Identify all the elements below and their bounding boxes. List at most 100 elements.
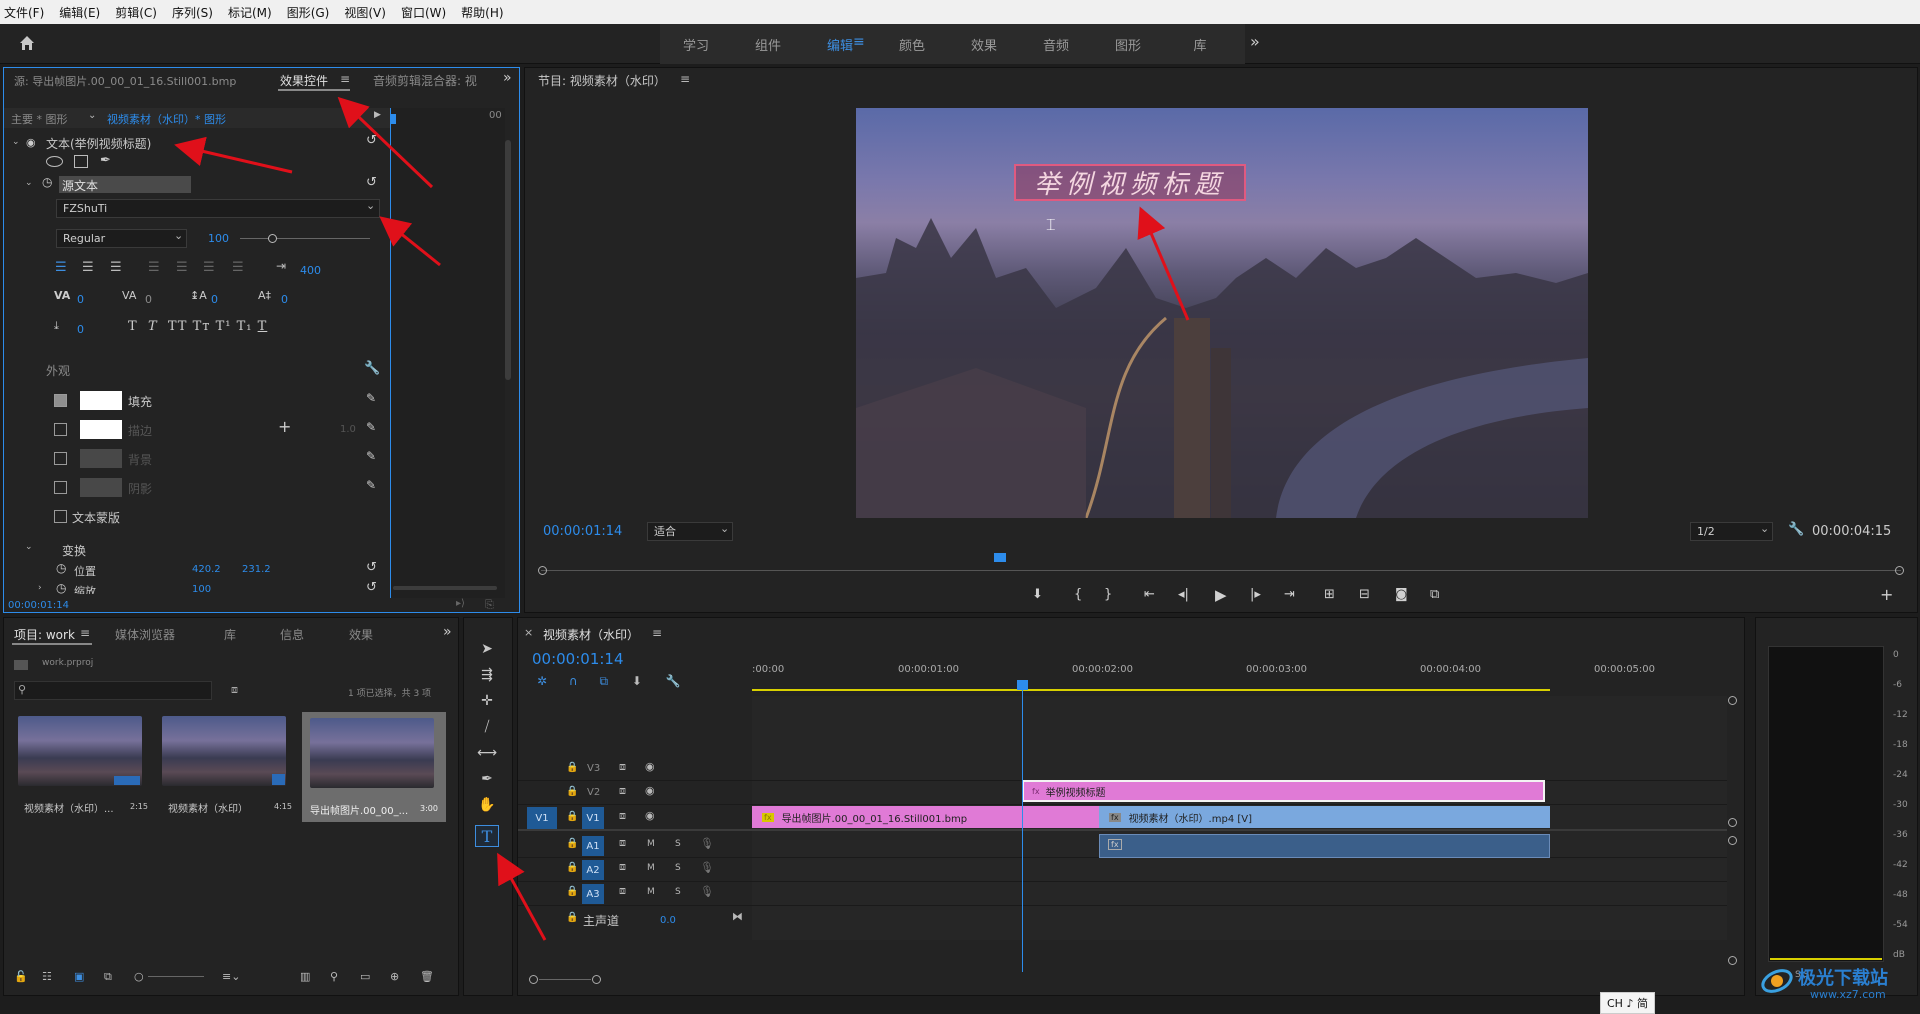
effect-scrollbar[interactable] — [505, 140, 511, 380]
font-size-value[interactable]: 100 — [208, 232, 229, 245]
lock-icon[interactable]: 🔒 — [566, 912, 578, 923]
timeline-ruler[interactable]: :00:00 00:00:01:00 00:00:02:00 00:00:03:… — [752, 660, 1732, 690]
scale-value[interactable]: 100 — [192, 584, 211, 594]
comparison-view-button[interactable]: ⧉ — [1430, 587, 1439, 602]
lift-button[interactable]: ⊞ — [1324, 587, 1335, 602]
lock-icon[interactable]: 🔒 — [566, 786, 578, 797]
solo-button[interactable]: S — [675, 863, 681, 873]
align-right-icon[interactable]: ☰ — [110, 260, 122, 275]
ws-menu-icon[interactable]: ≡ — [853, 34, 865, 50]
source-text-caret-icon[interactable]: ⌄ — [25, 178, 33, 188]
source-patch-v1[interactable]: V1 — [527, 807, 557, 829]
new-bin-icon[interactable]: ▭ — [360, 970, 370, 983]
align-left-icon[interactable]: ☰ — [55, 260, 67, 275]
close-icon[interactable]: × — [524, 626, 533, 639]
trash-icon[interactable]: 🗑 — [420, 970, 434, 983]
shadow-checkbox[interactable] — [54, 481, 67, 494]
baseline-value[interactable]: 0 — [211, 293, 218, 306]
sync-lock-icon[interactable]: ⧈ — [619, 809, 626, 823]
timebar-end-handle[interactable] — [1895, 566, 1904, 575]
freeform-view-icon[interactable]: ⧉ — [104, 970, 112, 984]
home-icon[interactable] — [18, 34, 36, 52]
rect-mask-icon[interactable] — [74, 155, 88, 168]
sync-lock-icon[interactable]: ⧈ — [619, 760, 626, 774]
mic-icon[interactable]: 🎙 — [700, 861, 714, 874]
mute-button[interactable]: M — [647, 839, 655, 849]
ws-tab-graphics[interactable]: 图形 — [1092, 35, 1164, 54]
export-icon[interactable]: ⎘ — [485, 598, 494, 612]
mic-icon[interactable]: 🎙 — [700, 885, 714, 898]
lock-icon[interactable]: 🔒 — [566, 762, 578, 773]
tab-menu-icon[interactable]: ≡ — [340, 72, 350, 86]
linked-select-icon[interactable]: ⧉ — [600, 674, 609, 688]
lock-icon[interactable]: 🔒 — [566, 838, 578, 849]
scroll-handle[interactable] — [592, 975, 601, 984]
master-value[interactable]: 0.0 — [660, 915, 676, 926]
scroll-handle[interactable] — [1728, 696, 1737, 705]
baseline-icon[interactable]: ↨A — [190, 289, 207, 302]
font-size-slider-thumb[interactable] — [268, 234, 277, 243]
stopwatch-icon[interactable]: ◷ — [56, 561, 66, 575]
eye-icon[interactable]: ◉ — [645, 760, 655, 773]
eye-icon[interactable]: ◉ — [645, 784, 655, 797]
chevron-down-icon[interactable]: ⌄ — [366, 199, 375, 212]
eyedropper-icon[interactable]: ✎ — [366, 478, 376, 492]
project-item-3-selected[interactable]: 导出帧图片.00_00_... 3:00 — [302, 712, 446, 822]
menu-window[interactable]: 窗口(W) — [401, 4, 446, 21]
font-size-slider-track[interactable] — [240, 238, 370, 239]
menu-sequence[interactable]: 序列(S) — [172, 4, 213, 21]
track-target-a2[interactable]: A2 — [582, 860, 604, 880]
tab-menu-icon[interactable]: ≡ — [680, 72, 690, 86]
stopwatch-icon[interactable]: ◷ — [56, 581, 66, 595]
font-style-select[interactable]: Regular — [56, 229, 187, 248]
kerning-value[interactable]: 0 — [77, 293, 84, 306]
font-family-select[interactable]: FZShuTi — [56, 199, 380, 218]
lock-icon[interactable]: 🔒 — [566, 886, 578, 897]
ws-tab-effects[interactable]: 效果 — [948, 35, 1020, 54]
menu-view[interactable]: 视图(V) — [344, 4, 386, 21]
program-timecode[interactable]: 00:00:01:14 — [543, 524, 622, 539]
razor-tool-icon[interactable]: ⧸ — [475, 716, 499, 738]
breadcrumb-sequence[interactable]: 视频素材（水印）* 图形 — [107, 111, 226, 127]
solo-button[interactable]: S — [675, 887, 681, 897]
sync-lock-icon[interactable]: ⧈ — [619, 784, 626, 798]
ws-more-button[interactable]: » — [1250, 32, 1260, 51]
chevron-down-icon[interactable]: ⌄ — [88, 110, 96, 121]
info-tab[interactable]: 信息 — [280, 626, 304, 643]
tab-menu-icon[interactable]: ≡ — [652, 626, 662, 640]
ripple-edit-tool-icon[interactable]: ✛ — [475, 690, 499, 712]
reset-icon[interactable]: ↺ — [366, 560, 377, 575]
shadow-color-swatch[interactable] — [80, 478, 122, 497]
reset-icon[interactable]: ↺ — [366, 175, 377, 190]
eye-icon[interactable]: ◉ — [26, 136, 36, 149]
source-monitor-tab[interactable]: 源: 导出帧图片.00_00_01_16.Still001.bmp — [14, 73, 236, 89]
effect-timecode[interactable]: 00:00:01:14 — [8, 600, 69, 611]
snap-icon[interactable]: ∩ — [569, 674, 578, 688]
scroll-track[interactable] — [539, 979, 591, 980]
chevron-down-icon[interactable]: ⌄ — [174, 229, 183, 242]
menu-edit[interactable]: 编辑(E) — [59, 4, 100, 21]
menu-graphics[interactable]: 图形(G) — [287, 4, 330, 21]
menu-help[interactable]: 帮助(H) — [461, 4, 503, 21]
scroll-handle[interactable] — [1728, 836, 1737, 845]
text-mask-checkbox[interactable] — [54, 510, 67, 523]
justify-all-icon[interactable]: ☰ — [232, 260, 244, 275]
effect-playhead[interactable] — [390, 114, 396, 124]
still-image-clip[interactable]: fx 导出帧图片.00_00_01_16.Still001.bmp — [752, 806, 1099, 828]
go-to-out-button[interactable]: ⇥ — [1284, 587, 1295, 602]
justify-center-icon[interactable]: ☰ — [176, 260, 188, 275]
master-end-icon[interactable]: ⧓ — [732, 910, 743, 923]
list-view-icon[interactable]: ☷ — [42, 970, 52, 983]
scroll-handle[interactable] — [1728, 956, 1737, 965]
type-tool-icon[interactable]: T — [475, 825, 499, 847]
menu-clip[interactable]: 剪辑(C) — [115, 4, 157, 21]
mic-icon[interactable]: 🎙 — [700, 837, 714, 850]
timeline-vscroll[interactable] — [1727, 696, 1739, 966]
sync-lock-icon[interactable]: ⧈ — [619, 836, 626, 850]
icon-view-icon[interactable]: ▣ — [74, 970, 84, 983]
new-bin-search-icon[interactable]: ⧈ — [231, 683, 238, 697]
program-timebar[interactable] — [541, 570, 1901, 571]
button-editor-plus-icon[interactable]: + — [1880, 585, 1893, 604]
track-target-a3[interactable]: A3 — [582, 884, 604, 904]
settings-wrench-icon[interactable]: 🔧 — [1788, 522, 1804, 537]
